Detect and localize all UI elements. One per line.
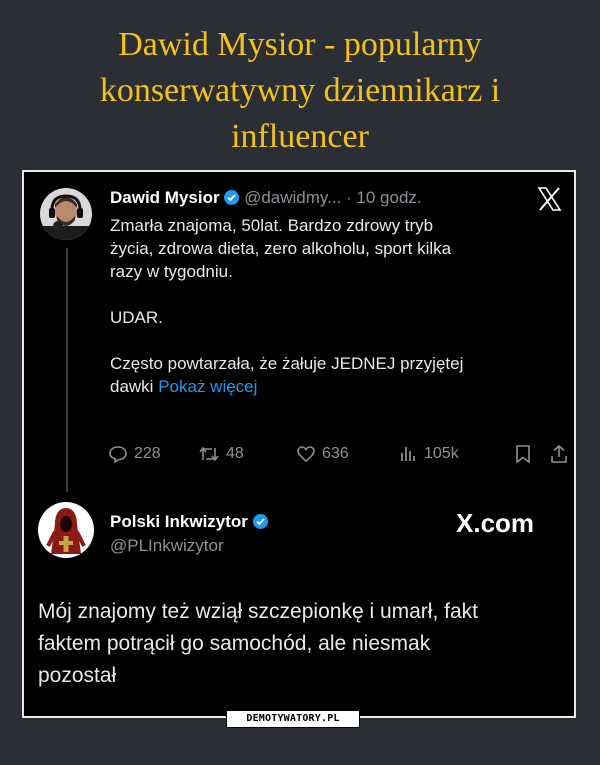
author-handle[interactable]: @PLInkwizytor <box>110 536 224 556</box>
text-line: UDAR. <box>110 308 163 327</box>
author-name[interactable]: Polski Inkwizytor <box>110 512 248 531</box>
view-count: 105k <box>424 445 459 462</box>
bookmark-button[interactable] <box>514 444 532 464</box>
retweet-icon <box>199 446 219 462</box>
text-line: pozostał <box>38 664 117 687</box>
heart-icon <box>297 446 315 463</box>
verified-badge-icon <box>252 514 268 529</box>
text-line: razy w tygodniu. <box>110 262 233 281</box>
screenshot-card: Dawid Mysior @dawidmy... · 10 godz. Zmar… <box>22 170 576 718</box>
text-line: Mój znajomy też wziął szczepionkę i umar… <box>38 600 478 623</box>
tweet1-actions: 228 48 636 105k <box>108 444 568 466</box>
tweet1-header: Dawid Mysior @dawidmy... · 10 godz. <box>110 188 422 208</box>
tweet1-text: Zmarła znajoma, 50lat. Bardzo zdrowy try… <box>110 214 550 398</box>
share-button[interactable] <box>550 444 568 464</box>
reply-icon <box>109 446 127 464</box>
verified-badge-icon <box>224 190 240 205</box>
share-icon <box>551 444 567 463</box>
title-line: konserwatywny dziennikarz i <box>99 72 501 109</box>
text-line-last: dawki Pokaż więcej <box>110 375 550 398</box>
xcom-logo: X.com <box>456 508 535 538</box>
title-line: influencer <box>231 118 369 155</box>
like-button[interactable]: 636 <box>296 444 349 464</box>
text-line: życia, zdrowa dieta, zero alkoholu, spor… <box>110 239 452 258</box>
tweet2-header: Polski Inkwizytor <box>110 512 268 532</box>
author-avatar[interactable] <box>40 188 92 240</box>
views-chart-icon <box>401 447 415 461</box>
thread-line <box>66 248 68 492</box>
tweet2-text: Mój znajomy też wziął szczepionkę i umar… <box>38 596 558 692</box>
title-line: Dawid Mysior - popularny <box>118 26 482 63</box>
retweet-button[interactable]: 48 <box>198 444 244 464</box>
reply-count: 228 <box>134 445 161 462</box>
author-name[interactable]: Dawid Mysior <box>110 188 220 207</box>
author-avatar[interactable] <box>38 502 94 558</box>
x-logo-icon[interactable] <box>536 186 562 212</box>
text-line: Zmarła znajoma, 50lat. Bardzo zdrowy try… <box>110 216 434 235</box>
retweet-count: 48 <box>226 445 244 462</box>
views-button[interactable]: 105k <box>398 444 459 464</box>
reply-button[interactable]: 228 <box>108 444 161 464</box>
text-line: Często powtarzała, że żałuje JEDNEJ przy… <box>110 354 464 373</box>
show-more-link[interactable]: Pokaż więcej <box>158 377 257 396</box>
handle-and-time: @dawidmy... · 10 godz. <box>244 188 422 207</box>
bookmark-icon <box>516 445 530 464</box>
text-fragment: dawki <box>110 377 154 396</box>
like-count: 636 <box>322 445 349 462</box>
text-line: faktem potrącił go samochód, ale niesmak <box>38 632 431 655</box>
watermark: DEMOTYWATORY.PL <box>226 710 360 728</box>
page-title: Dawid Mysior - popularny konserwatywny d… <box>0 22 600 160</box>
